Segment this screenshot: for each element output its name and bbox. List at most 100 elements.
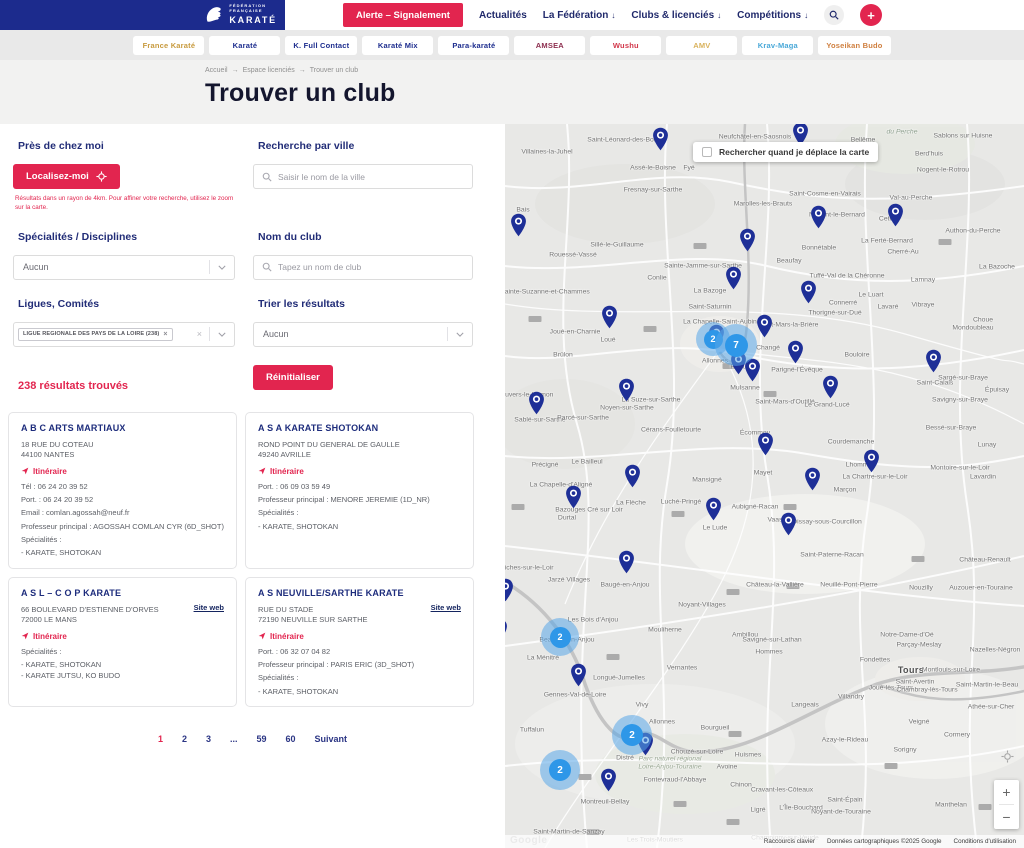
- add-button[interactable]: +: [860, 4, 882, 26]
- map-pin[interactable]: [863, 449, 880, 473]
- map-pin[interactable]: [505, 618, 508, 642]
- road-shield-icon: [644, 326, 657, 332]
- locate-button[interactable]: Localisez-moi: [13, 164, 120, 189]
- map-town-label: Neufchâtel-en-Saosnois: [719, 134, 792, 141]
- city-label: Recherche par ville: [258, 140, 473, 152]
- map-cluster[interactable]: 2: [612, 715, 652, 755]
- discipline-tab-krav-maga[interactable]: Krav-Maga: [742, 36, 813, 55]
- alert-button[interactable]: Alerte – Signalement: [343, 3, 463, 27]
- map-pin[interactable]: [756, 314, 773, 338]
- map-data-text: Données cartographiques ©2025 Google: [827, 838, 942, 845]
- map-pin[interactable]: [624, 464, 641, 488]
- discipline-tab-amv[interactable]: AMV: [666, 36, 737, 55]
- map-pin[interactable]: [800, 280, 817, 304]
- map-pin[interactable]: [618, 550, 635, 574]
- site-web-link[interactable]: Site web: [194, 603, 224, 612]
- club-detail-line: Port. : 06 09 03 59 49: [258, 482, 461, 492]
- map-pin[interactable]: [600, 768, 617, 792]
- breadcrumb-item[interactable]: Espace licenciés: [243, 67, 295, 74]
- club-name-input[interactable]: [254, 256, 472, 279]
- map-pin[interactable]: [652, 127, 669, 151]
- specialties-select[interactable]: Aucun: [13, 255, 235, 280]
- map-pin[interactable]: [925, 349, 942, 373]
- map-town-label: Fyé: [683, 165, 694, 172]
- page-59[interactable]: 59: [257, 734, 267, 744]
- map-town-label: Tuffalun: [520, 727, 544, 734]
- map-pin[interactable]: [757, 432, 774, 456]
- page-1[interactable]: 1: [158, 734, 163, 744]
- map-town-label: Château-Renault: [959, 557, 1010, 564]
- discipline-tab-para-karat[interactable]: Para-karaté: [438, 36, 509, 55]
- nav-item-clubs-licenci-s[interactable]: Clubs & licenciés↓: [631, 10, 721, 21]
- checkbox-icon[interactable]: [702, 147, 712, 157]
- keyboard-shortcuts-link[interactable]: Raccourcis clavier: [764, 838, 815, 845]
- road-shield-icon: [764, 391, 777, 397]
- page-3[interactable]: 3: [206, 734, 211, 744]
- map-pin[interactable]: [705, 497, 722, 521]
- map-pin[interactable]: [810, 205, 827, 229]
- reset-button[interactable]: Réinitialiser: [253, 365, 333, 390]
- clear-icon[interactable]: ×: [190, 329, 209, 339]
- discipline-tab-karat[interactable]: Karaté: [209, 36, 280, 55]
- search-panel: Près de chez moi Localisez-moi Résultats…: [0, 124, 505, 848]
- map-pin[interactable]: [618, 378, 635, 402]
- city-input[interactable]: [254, 165, 472, 188]
- nav-item-actualit-s[interactable]: Actualités: [479, 10, 527, 21]
- breadcrumb-item[interactable]: Accueil: [205, 67, 228, 74]
- discipline-tab-yoseikan-budo[interactable]: Yoseikan Budo: [818, 36, 890, 55]
- map-town-label: La Flèche: [616, 500, 646, 507]
- map-cluster[interactable]: 7: [715, 324, 757, 366]
- zoom-out-button[interactable]: −: [994, 805, 1019, 829]
- map-town-label: Seiches-sur-le-Loir: [505, 565, 554, 572]
- map-pin[interactable]: [725, 266, 742, 290]
- leagues-select[interactable]: LIGUE REGIONALE DES PAYS DE LA LOIRE (23…: [13, 322, 235, 347]
- map-pin[interactable]: [804, 467, 821, 491]
- itinerary-link[interactable]: Itinéraire: [21, 632, 224, 641]
- terms-link[interactable]: Conditions d'utilisation: [954, 838, 1016, 845]
- search-icon: [829, 10, 839, 20]
- discipline-tab-k-full-contact[interactable]: K. Full Contact: [285, 36, 357, 55]
- remove-tag-icon[interactable]: ×: [163, 331, 167, 338]
- road-shield-icon: [672, 511, 685, 517]
- search-button[interactable]: [824, 5, 844, 25]
- map-pin-icon: [863, 449, 880, 473]
- nav-item-la-f-d-ration[interactable]: La Fédération↓: [543, 10, 616, 21]
- map-town-label: Mulsanne: [730, 385, 759, 392]
- map-town-label: Sargé-sur-Braye: [938, 375, 988, 382]
- itinerary-link[interactable]: Itinéraire: [258, 632, 461, 641]
- discipline-tab-wushu[interactable]: Wushu: [590, 36, 661, 55]
- map-cluster[interactable]: 2: [541, 618, 579, 656]
- sort-select[interactable]: Aucun: [253, 322, 473, 347]
- page-2[interactable]: 2: [182, 734, 187, 744]
- map-pin[interactable]: [739, 228, 756, 252]
- discipline-tab-amsea[interactable]: AMSEA: [514, 36, 585, 55]
- zoom-in-button[interactable]: +: [994, 780, 1019, 804]
- map-pin[interactable]: [887, 203, 904, 227]
- map-pin[interactable]: [601, 305, 618, 329]
- ffk-logo[interactable]: FÉDÉRATION FRANÇAISE KARATÉ: [203, 4, 285, 25]
- map-pin[interactable]: [528, 391, 545, 415]
- breadcrumb-item[interactable]: Trouver un club: [310, 67, 358, 74]
- map-pin[interactable]: [787, 340, 804, 364]
- sort-group: Trier les résultats Aucun: [253, 298, 473, 347]
- map[interactable]: Neufchâtel-en-SaosnoisSaint-Léonard-des-…: [505, 124, 1024, 848]
- nav-item-comp-titions[interactable]: Compétitions↓: [737, 10, 808, 21]
- league-tag: LIGUE REGIONALE DES PAYS DE LA LOIRE (23…: [18, 328, 173, 341]
- page-60[interactable]: 60: [286, 734, 296, 744]
- map-pin[interactable]: [565, 485, 582, 509]
- map-pin[interactable]: [510, 213, 527, 237]
- map-town-label: Gennes-Val-de-Loire: [544, 692, 607, 699]
- itinerary-link[interactable]: Itinéraire: [21, 467, 224, 476]
- map-pin[interactable]: [822, 375, 839, 399]
- discipline-tab-karat-mix[interactable]: Karaté Mix: [362, 36, 433, 55]
- itinerary-link[interactable]: Itinéraire: [258, 467, 461, 476]
- map-pin-icon: [618, 378, 635, 402]
- page-next[interactable]: Suivant: [315, 734, 348, 744]
- map-cluster[interactable]: 2: [540, 750, 580, 790]
- map-search-toggle[interactable]: Rechercher quand je déplace la carte: [693, 142, 878, 162]
- site-web-link[interactable]: Site web: [431, 603, 461, 612]
- map-pin[interactable]: [505, 578, 514, 602]
- discipline-tab-france-karat[interactable]: France Karaté: [133, 36, 204, 55]
- map-pin[interactable]: [780, 512, 797, 536]
- map-pin[interactable]: [570, 663, 587, 687]
